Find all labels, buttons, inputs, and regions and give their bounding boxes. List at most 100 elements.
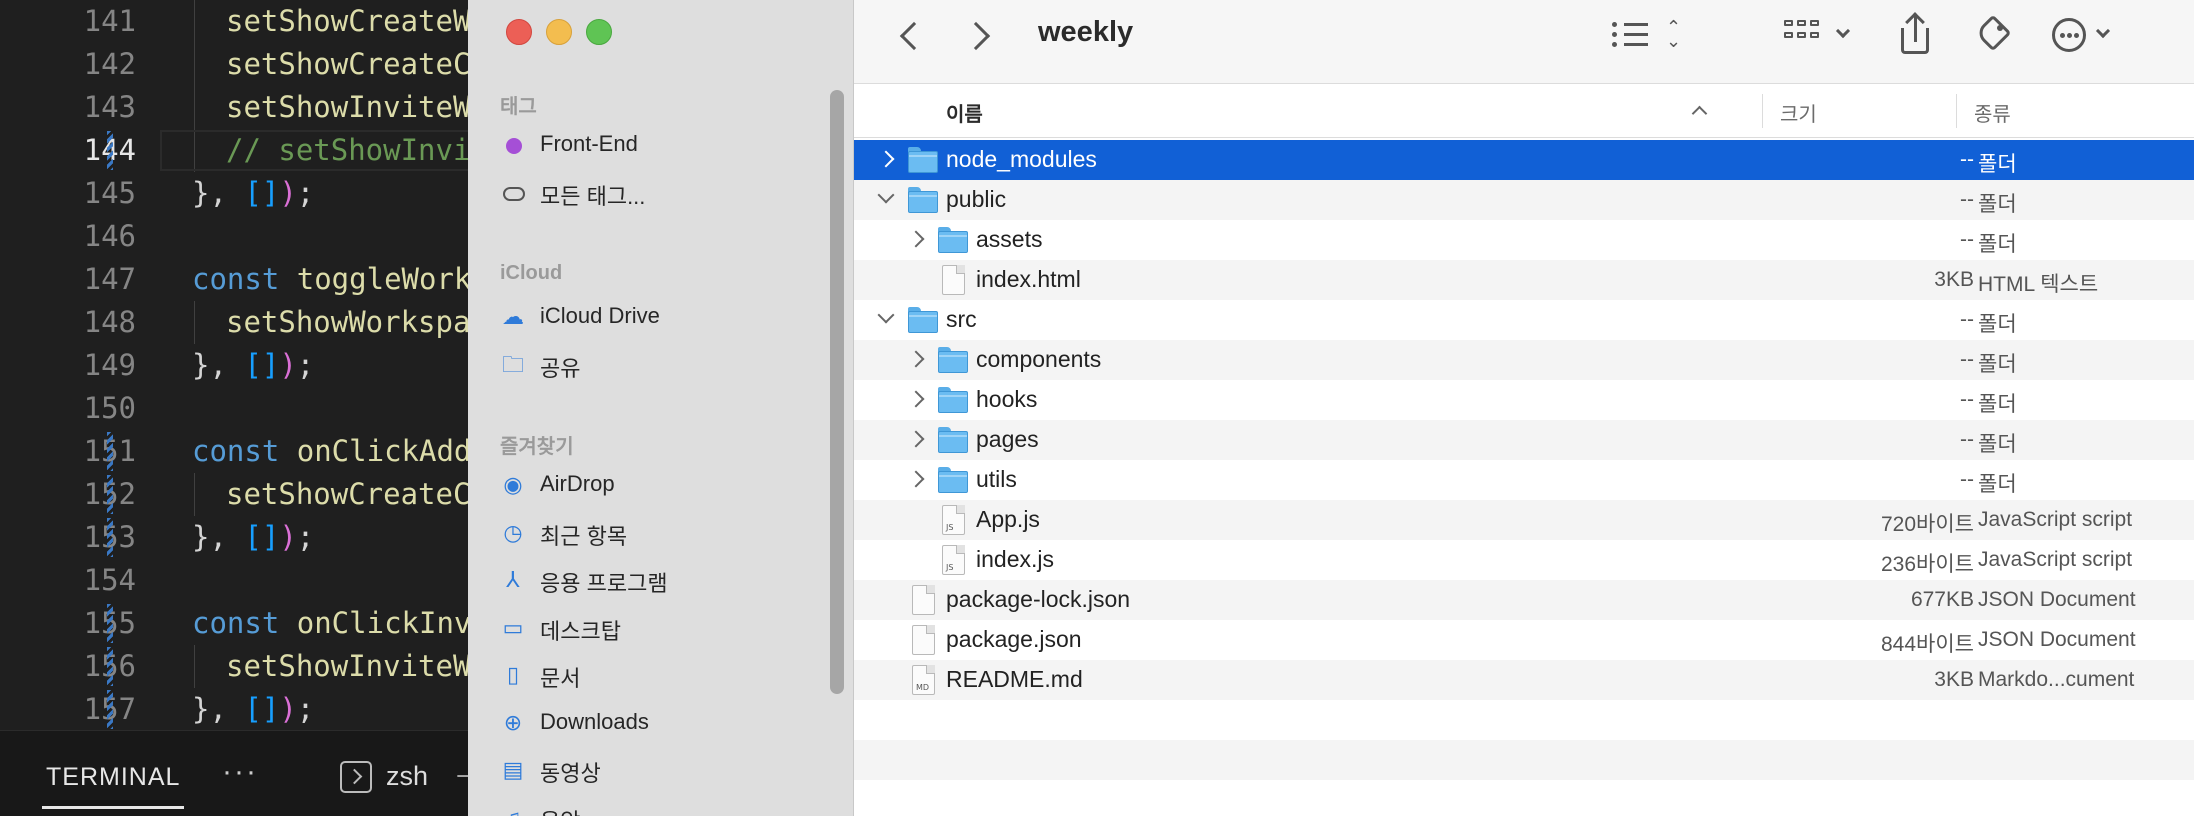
terminal-shell-name[interactable]: zsh: [386, 761, 428, 792]
sidebar-item[interactable]: ▭ 데스크탑: [500, 607, 820, 647]
back-button[interactable]: [890, 16, 930, 56]
folder-row[interactable]: node_modules -- 폴더: [854, 140, 2194, 180]
line-number: 145: [83, 176, 136, 210]
indent-guide: [194, 0, 195, 43]
code-line[interactable]: 155 const onClickInv: [0, 602, 470, 645]
terminal-tab[interactable]: TERMINAL: [46, 763, 180, 792]
git-change-marker[interactable]: [107, 432, 113, 471]
code-line[interactable]: 153}, []);: [0, 516, 470, 559]
chevron-down-icon[interactable]: [877, 306, 895, 324]
sidebar-section-header[interactable]: 태그: [500, 90, 537, 119]
code-line[interactable]: 143 setShowInviteW: [0, 86, 470, 129]
column-size-header[interactable]: 크기: [1780, 98, 1817, 127]
more-actions-button[interactable]: [2052, 14, 2122, 58]
folder-row[interactable]: hooks -- 폴더: [854, 380, 2194, 420]
chevron-right-icon[interactable]: [907, 350, 925, 368]
item-size: --: [1960, 428, 1974, 451]
code-line[interactable]: 146: [0, 215, 470, 258]
code-token: onClickInv: [296, 606, 470, 640]
chevron-right-icon[interactable]: [877, 150, 895, 168]
folder-row[interactable]: components -- 폴더: [854, 340, 2194, 380]
file-row[interactable]: index.html 3KB HTML 텍스트: [854, 260, 2194, 300]
window-close-button[interactable]: [506, 19, 532, 45]
git-change-marker[interactable]: [107, 690, 113, 729]
group-button[interactable]: [1784, 14, 1854, 58]
item-kind: 폴더: [1978, 313, 2017, 336]
sidebar-item[interactable]: ▯ 문서: [500, 654, 820, 694]
folder-row[interactable]: src -- 폴더: [854, 300, 2194, 340]
sidebar-item[interactable]: 🗀 공유: [500, 344, 820, 384]
file-row[interactable]: MD README.md 3KB Markdo...cument: [854, 660, 2194, 700]
code-line[interactable]: 151 const onClickAdd: [0, 430, 470, 473]
folder-row[interactable]: pages -- 폴더: [854, 420, 2194, 460]
chevron-right-icon[interactable]: [907, 430, 925, 448]
code-line[interactable]: 145}, []);: [0, 172, 470, 215]
code-editor[interactable]: 141 setShowCreateW 142 setShowCreateC 143 set…: [0, 0, 470, 816]
column-divider[interactable]: [1762, 94, 1763, 128]
sidebar-item[interactable]: ▤ 동영상: [500, 749, 820, 789]
sidebar-item[interactable]: 모든 태그...: [500, 172, 820, 212]
column-kind-header[interactable]: 종류: [1974, 98, 2011, 127]
item-size: 3KB: [1934, 668, 1974, 691]
file-type-badge: JS: [946, 523, 954, 532]
more-actions-icon[interactable]: ···: [222, 755, 258, 789]
window-minimize-button[interactable]: [546, 19, 572, 45]
code-line[interactable]: 148 setShowWorkspa: [0, 301, 470, 344]
forward-button[interactable]: [961, 16, 1002, 56]
git-change-marker[interactable]: [107, 518, 113, 557]
code-token: []: [244, 692, 280, 726]
sidebar-item[interactable]: ♫ 음악: [500, 797, 820, 816]
code-line[interactable]: 150: [0, 387, 470, 430]
tag-button[interactable]: [1974, 14, 2014, 58]
code-line[interactable]: 142 setShowCreateC: [0, 43, 470, 86]
code-line[interactable]: 154: [0, 559, 470, 602]
code-area[interactable]: 141 setShowCreateW 142 setShowCreateC 143 set…: [0, 0, 470, 730]
chevron-down-icon[interactable]: [877, 186, 895, 204]
sidebar-item[interactable]: Front-End: [500, 124, 820, 164]
code-line[interactable]: 149}, []);: [0, 344, 470, 387]
code-line[interactable]: 147 const toggleWork: [0, 258, 470, 301]
column-divider[interactable]: [1956, 94, 1957, 128]
sidebar-section-header[interactable]: 즐겨찾기: [500, 430, 574, 459]
sidebar-scrollbar[interactable]: [830, 90, 844, 694]
sidebar-item-label: Downloads: [540, 708, 649, 734]
clock-icon: ◷: [503, 519, 523, 545]
line-number: 152: [0, 473, 136, 516]
git-change-marker[interactable]: [107, 475, 113, 514]
line-number: 150: [83, 391, 136, 425]
file-row[interactable]: JS App.js 720바이트 JavaScript script: [854, 500, 2194, 540]
folder-row[interactable]: assets -- 폴더: [854, 220, 2194, 260]
file-row[interactable]: JS index.js 236바이트 JavaScript script: [854, 540, 2194, 580]
code-line[interactable]: 156 setShowInviteW: [0, 645, 470, 688]
sidebar-item[interactable]: ◷ 최근 항목: [500, 512, 820, 552]
git-change-marker[interactable]: [107, 647, 113, 686]
git-change-marker[interactable]: [107, 131, 113, 170]
code-line[interactable]: 152 setShowCreateC: [0, 473, 470, 516]
window-zoom-button[interactable]: [586, 19, 612, 45]
code-line[interactable]: 157}, []);: [0, 688, 470, 731]
sidebar-item[interactable]: ☁ iCloud Drive: [500, 296, 820, 336]
share-button[interactable]: [1898, 12, 1934, 58]
folder-row[interactable]: public -- 폴더: [854, 180, 2194, 220]
file-row[interactable]: package-lock.json 677KB JSON Document: [854, 580, 2194, 620]
git-change-marker[interactable]: [107, 604, 113, 643]
folder-icon: [938, 467, 968, 493]
file-row[interactable]: package.json 844바이트 JSON Document: [854, 620, 2194, 660]
chevron-right-icon[interactable]: [907, 390, 925, 408]
code-line[interactable]: 144 // setShowInvi: [0, 129, 470, 172]
chevron-right-icon[interactable]: [907, 230, 925, 248]
sidebar-section-header[interactable]: iCloud: [500, 262, 562, 285]
document-icon: ▯: [506, 662, 520, 687]
code-text: }, []);: [192, 344, 314, 387]
terminal-shell-icon[interactable]: [340, 761, 372, 793]
folder-icon: [908, 147, 938, 173]
folder-row[interactable]: utils -- 폴더: [854, 460, 2194, 500]
sidebar-item[interactable]: ◉ AirDrop: [500, 464, 820, 504]
sidebar-item[interactable]: ⅄ 응용 프로그램: [500, 559, 820, 599]
code-line[interactable]: 141 setShowCreateW: [0, 0, 470, 43]
chevron-left-icon: [899, 21, 929, 51]
sidebar-item[interactable]: ⊕ Downloads: [500, 702, 820, 742]
chevron-right-icon[interactable]: [907, 470, 925, 488]
view-options-button[interactable]: ⌃ ⌄: [1612, 14, 1694, 58]
column-name-header[interactable]: 이름: [946, 98, 983, 127]
